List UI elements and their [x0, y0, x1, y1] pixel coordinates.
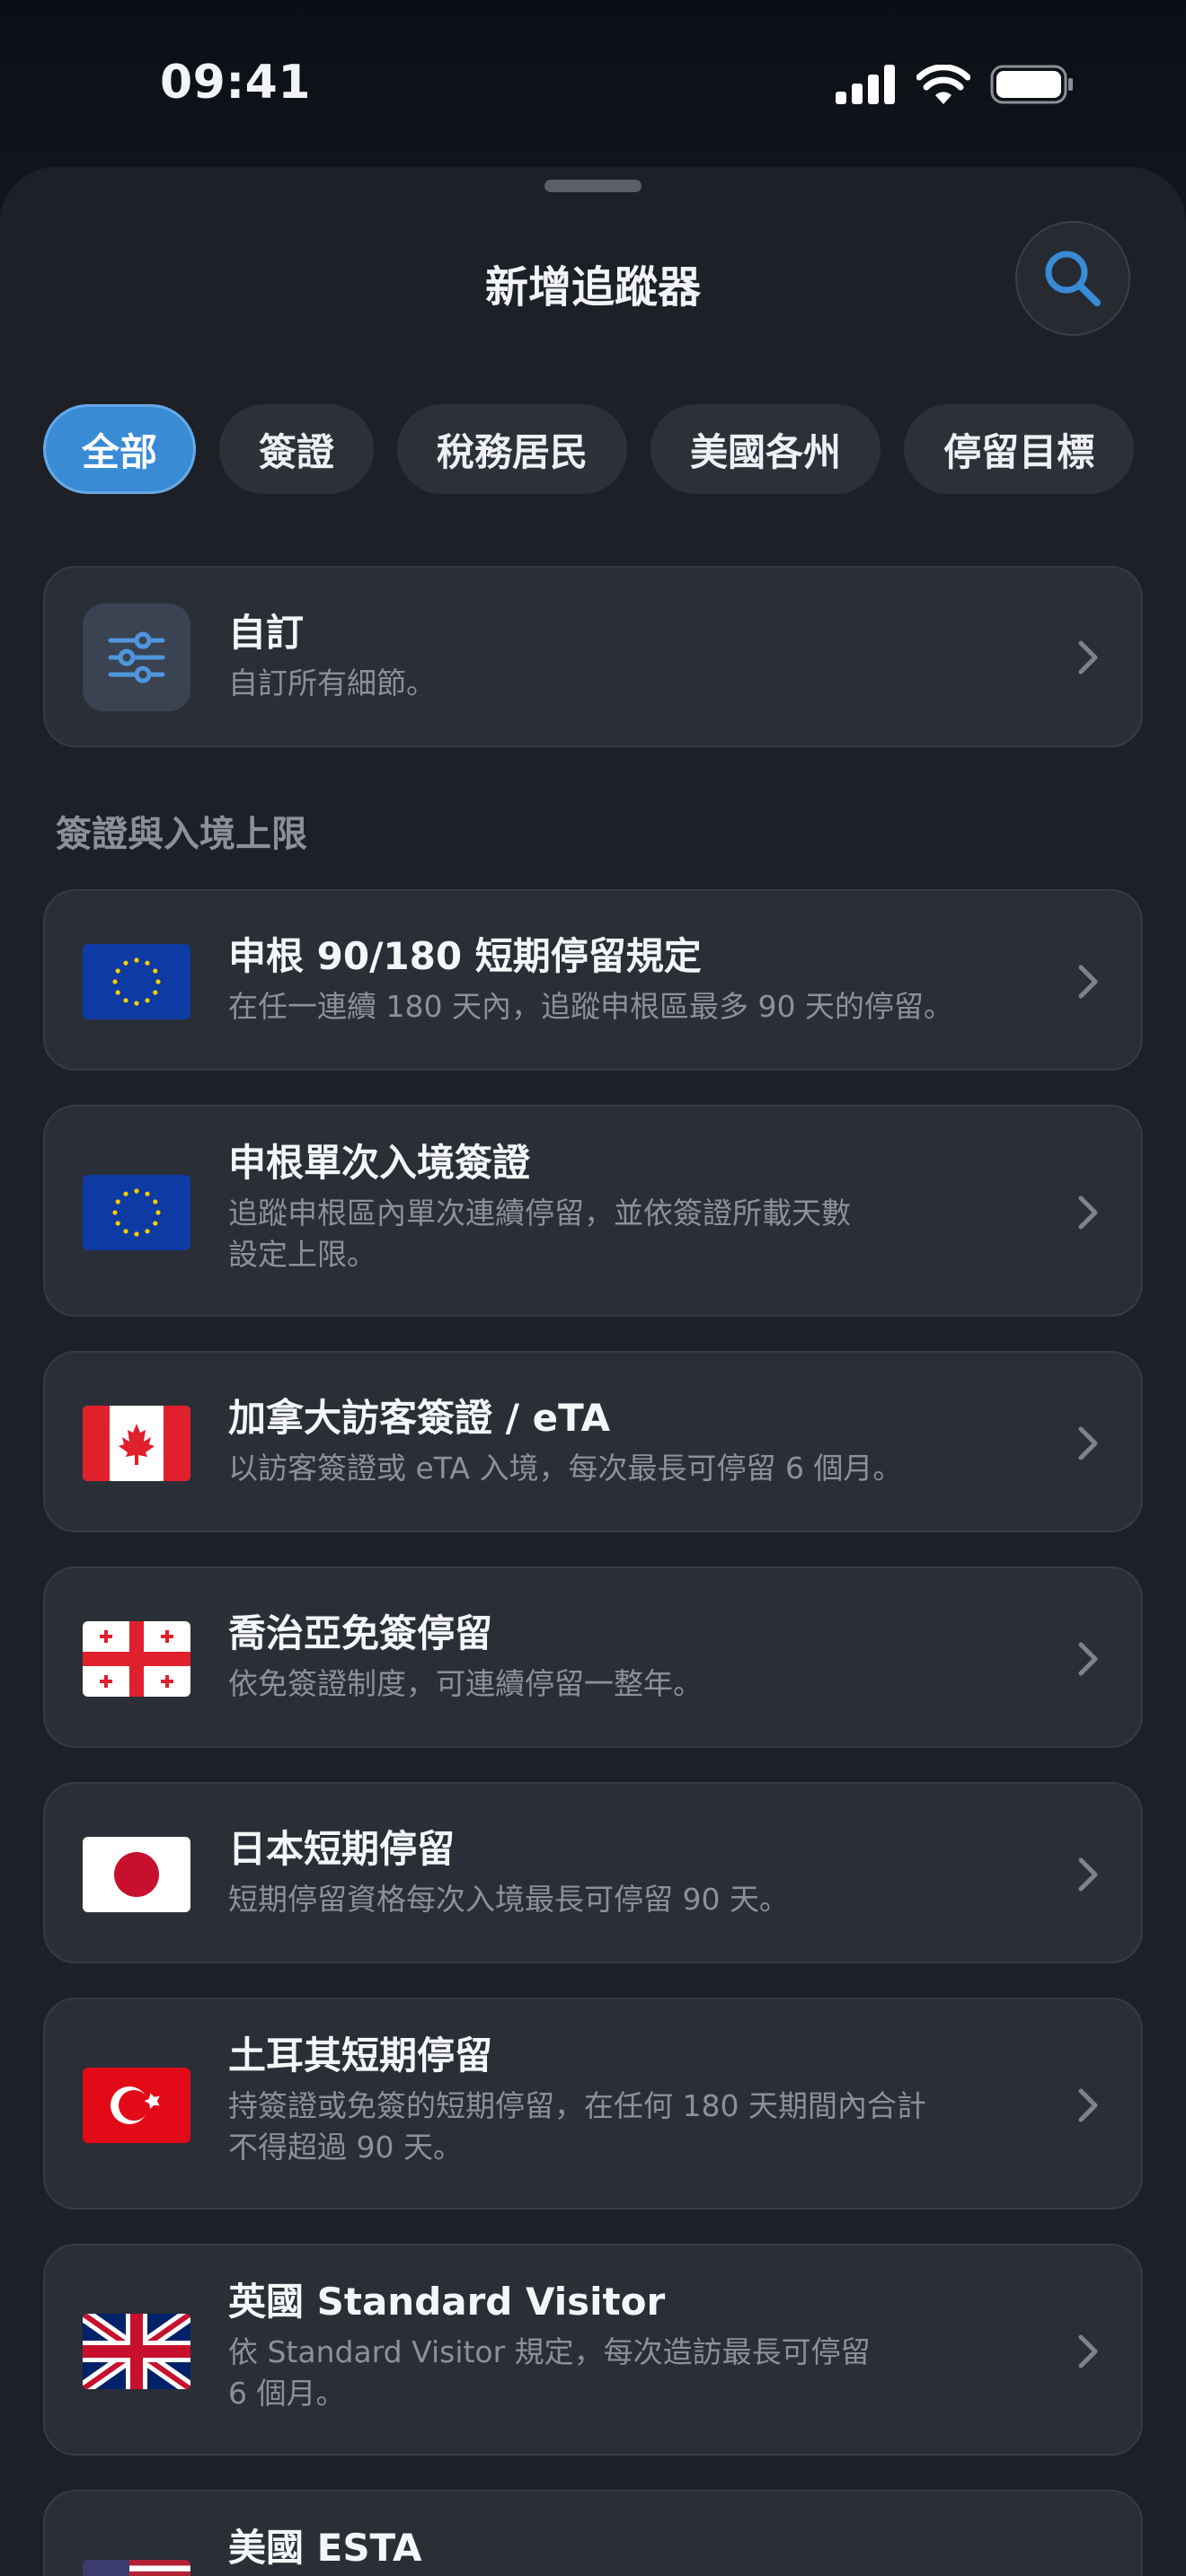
tracker-subtitle: 以訪客簽證或 eTA 入境，每次最長可停留 6 個月。 — [228, 1451, 903, 1486]
chevron-right-icon — [1078, 965, 1098, 999]
chevron-right-icon — [1078, 1195, 1098, 1230]
flag-eu-icon — [83, 1175, 190, 1250]
tracker-row-ca[interactable]: 加拿大訪客簽證 / eTA 以訪客簽證或 eTA 入境，每次最長可停留 6 個月。 — [43, 1351, 1143, 1532]
search-icon — [1045, 251, 1101, 306]
chevron-right-icon — [1078, 1642, 1098, 1676]
chevron-right-icon — [1078, 640, 1098, 675]
tracker-subtitle: 持簽證或免簽的短期停留，在任何 180 天期間內合計 不得超過 90 天。 — [228, 2088, 926, 2165]
tracker-title: 加拿大訪客簽證 / eTA — [228, 1396, 610, 1440]
chip-stay-goal[interactable]: 停留目標 — [904, 404, 1135, 494]
cellular-signal-icon — [836, 65, 895, 104]
chevron-right-icon — [1078, 2088, 1098, 2122]
flag-us-icon — [83, 2560, 190, 2576]
chevron-right-icon — [1078, 1857, 1098, 1892]
chip-all[interactable]: 全部 — [43, 404, 197, 494]
flag-gb-icon — [83, 2314, 190, 2389]
tracker-row-eu[interactable]: 申根單次入境簽證追蹤申根區內單次連續停留，並依簽證所載天數 設定上限。 — [43, 1105, 1143, 1317]
chevron-right-icon — [1078, 1426, 1098, 1460]
tracker-row-jp[interactable]: 日本短期停留短期停留資格每次入境最長可停留 90 天。 — [43, 1782, 1143, 1963]
chip-tax-residency[interactable]: 稅務居民 — [397, 404, 628, 494]
tracker-title: 土耳其短期停留 — [228, 2033, 493, 2078]
tracker-row-eu[interactable]: 申根 90/180 短期停留規定在任一連續 180 天內，追蹤申根區最多 90 … — [43, 889, 1143, 1071]
battery-icon — [990, 65, 1073, 104]
tracker-subtitle: 追蹤申根區內單次連續停留，並依簽證所載天數 設定上限。 — [228, 1195, 851, 1272]
status-time: 09:41 — [160, 56, 312, 110]
flag-eu-icon — [83, 944, 190, 1019]
custom-subtitle: 自訂所有細節。 — [228, 666, 436, 701]
flag-ca-icon — [83, 1406, 190, 1481]
chevron-right-icon — [1078, 2334, 1098, 2369]
filter-chips: 全部 簽證 稅務居民 美國各州 停留目標 — [43, 404, 1135, 494]
custom-title: 自訂 — [228, 611, 305, 655]
section-label-visa-entry-limits: 簽證與入境上限 — [56, 814, 307, 855]
sheet-title: 新增追蹤器 — [484, 262, 701, 313]
tracker-row-us[interactable]: 美國 ESTA — [43, 2490, 1143, 2576]
flag-jp-icon — [83, 1837, 190, 1912]
custom-tracker-row[interactable]: 自訂 自訂所有細節。 — [43, 566, 1143, 747]
chip-visa[interactable]: 簽證 — [219, 404, 375, 494]
tracker-subtitle: 短期停留資格每次入境最長可停留 90 天。 — [228, 1882, 789, 1917]
tracker-subtitle: 依 Standard Visitor 規定，每次造訪最長可停留 6 個月。 — [228, 2334, 871, 2411]
status-icons — [836, 65, 1075, 104]
tracker-subtitle: 在任一連續 180 天內，追蹤申根區最多 90 天的停留。 — [228, 989, 953, 1024]
tracker-title: 申根單次入境簽證 — [228, 1141, 531, 1185]
sliders-icon — [83, 604, 190, 711]
tracker-title: 美國 ESTA — [228, 2526, 422, 2570]
tracker-row-gb[interactable]: 英國 Standard Visitor 依 Standard Visitor 規定… — [43, 2244, 1143, 2456]
chip-us-states[interactable]: 美國各州 — [651, 404, 881, 494]
tracker-title: 喬治亞免簽停留 — [228, 1611, 493, 1655]
tracker-row-tr[interactable]: 土耳其短期停留持簽證或免簽的短期停留，在任何 180 天期間內合計 不得超過 9… — [43, 1998, 1143, 2210]
tracker-row-ge[interactable]: 喬治亞免簽停留依免簽證制度，可連續停留一整年。 — [43, 1566, 1143, 1748]
tracker-title: 申根 90/180 短期停留規定 — [228, 934, 702, 978]
sheet-grabber[interactable] — [544, 180, 642, 192]
tracker-title: 日本短期停留 — [228, 1827, 456, 1871]
tracker-title: 英國 Standard Visitor — [228, 2280, 666, 2324]
flag-ge-icon — [83, 1621, 190, 1697]
flag-tr-icon — [83, 2068, 190, 2143]
screen: 09:41 新增追蹤器 全部 簽證 稅務居民 美國各州 停留目標 自訂 自訂所有… — [0, 0, 1186, 2576]
tracker-subtitle: 依免簽證制度，可連續停留一整年。 — [228, 1666, 703, 1701]
wifi-icon — [916, 65, 970, 104]
search-button[interactable] — [1015, 221, 1130, 336]
